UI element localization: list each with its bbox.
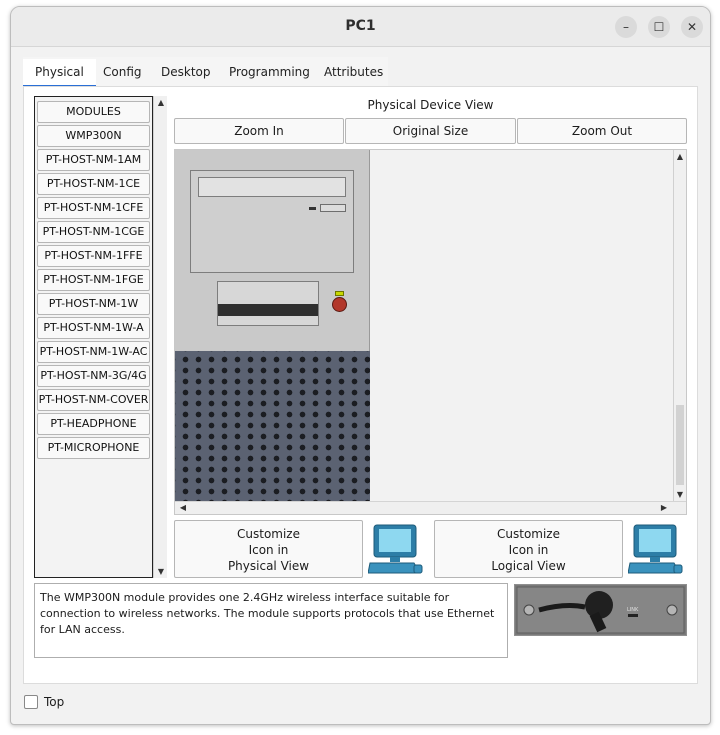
maximize-button[interactable]: ☐ — [648, 16, 670, 38]
tab-attributes[interactable]: Attributes — [312, 59, 395, 87]
optical-drive-bay — [190, 170, 354, 273]
module-item[interactable]: PT-HOST-NM-1W — [37, 293, 150, 315]
window-title: PC1 — [345, 18, 376, 34]
device-view-vscrollbar[interactable]: ▲ ▼ — [673, 150, 686, 501]
pc-physical-icon[interactable] — [367, 523, 426, 577]
scroll-left-arrow-icon[interactable]: ◀ — [177, 503, 189, 512]
tab-config[interactable]: Config — [91, 59, 154, 87]
module-item[interactable]: WMP300N — [37, 125, 150, 147]
pc-chassis-front — [175, 150, 370, 351]
module-item[interactable]: PT-HOST-NM-1CE — [37, 173, 150, 195]
scroll-down-arrow-icon[interactable]: ▼ — [674, 490, 686, 499]
module-list: MODULES WMP300N PT-HOST-NM-1AM PT-HOST-N… — [34, 96, 153, 578]
module-item[interactable]: PT-HOST-NM-1FFE — [37, 245, 150, 267]
zoom-out-button[interactable]: Zoom Out — [517, 118, 687, 144]
module-item[interactable]: PT-HOST-NM-1W-AC — [37, 341, 150, 363]
customize-physical-line2: Icon in — [248, 543, 289, 557]
tab-desktop[interactable]: Desktop — [149, 59, 223, 87]
physical-device-canvas[interactable]: ▲ ▼ ◀ ▶ — [174, 149, 687, 515]
module-item[interactable]: MODULES — [37, 101, 150, 123]
tab-physical[interactable]: Physical — [23, 59, 96, 87]
device-view-hscrollbar[interactable]: ◀ ▶ — [175, 501, 686, 514]
top-label: Top — [44, 695, 65, 709]
customize-physical-line1: Customize — [237, 527, 300, 541]
module-description: The WMP300N module provides one 2.4GHz w… — [34, 583, 508, 658]
pc1-window: PC1 – ☐ ✕ Physical Config Desktop Progra… — [10, 6, 711, 725]
close-button[interactable]: ✕ — [681, 16, 703, 38]
tab-programming[interactable]: Programming — [217, 59, 322, 87]
original-size-button[interactable]: Original Size — [345, 118, 516, 144]
module-item[interactable]: PT-HOST-NM-1FGE — [37, 269, 150, 291]
module-item[interactable]: PT-HEADPHONE — [37, 413, 150, 435]
customize-physical-view-button[interactable]: Customize Icon in Physical View — [174, 520, 363, 578]
pc-logical-icon[interactable] — [627, 523, 686, 577]
module-item[interactable]: PT-HOST-NM-1AM — [37, 149, 150, 171]
module-item[interactable]: PT-HOST-NM-COVER — [37, 389, 150, 411]
scroll-up-arrow-icon[interactable]: ▲ — [674, 152, 686, 161]
module-item[interactable]: PT-HOST-NM-3G/4G — [37, 365, 150, 387]
minimize-button[interactable]: – — [615, 16, 637, 38]
title-bar[interactable]: PC1 – ☐ ✕ — [11, 7, 710, 47]
customize-logical-line2: Icon in — [508, 543, 549, 557]
customize-logical-line3: Logical View — [491, 559, 566, 573]
floppy-drive — [217, 281, 319, 326]
module-item[interactable]: PT-HOST-NM-1CFE — [37, 197, 150, 219]
scroll-up-arrow-icon[interactable]: ▲ — [155, 98, 167, 107]
wmp300n-module-image: LINK — [514, 584, 687, 636]
physical-device-view-title: Physical Device View — [367, 98, 494, 112]
module-item[interactable]: PT-HOST-NM-1CGE — [37, 221, 150, 243]
scroll-down-arrow-icon[interactable]: ▼ — [155, 567, 167, 576]
scroll-thumb[interactable] — [676, 405, 684, 485]
power-button[interactable] — [332, 297, 347, 312]
drive-indicator — [309, 207, 316, 210]
module-item[interactable]: PT-HOST-NM-1W-A — [37, 317, 150, 339]
zoom-in-button[interactable]: Zoom In — [174, 118, 344, 144]
top-checkbox[interactable] — [24, 695, 38, 709]
customize-logical-line1: Customize — [497, 527, 560, 541]
floppy-slot — [218, 304, 318, 316]
eject-button — [320, 204, 346, 212]
scroll-right-arrow-icon[interactable]: ▶ — [658, 503, 670, 512]
customize-logical-view-button[interactable]: Customize Icon in Logical View — [434, 520, 623, 578]
link-label: LINK — [627, 607, 639, 613]
optical-drive-slot — [198, 177, 346, 197]
pc-vent-grille — [175, 351, 370, 501]
module-list-scrollbar[interactable]: ▲ ▼ — [153, 96, 167, 578]
customize-physical-line3: Physical View — [227, 559, 310, 573]
power-led-icon — [335, 291, 344, 296]
module-item[interactable]: PT-MICROPHONE — [37, 437, 150, 459]
